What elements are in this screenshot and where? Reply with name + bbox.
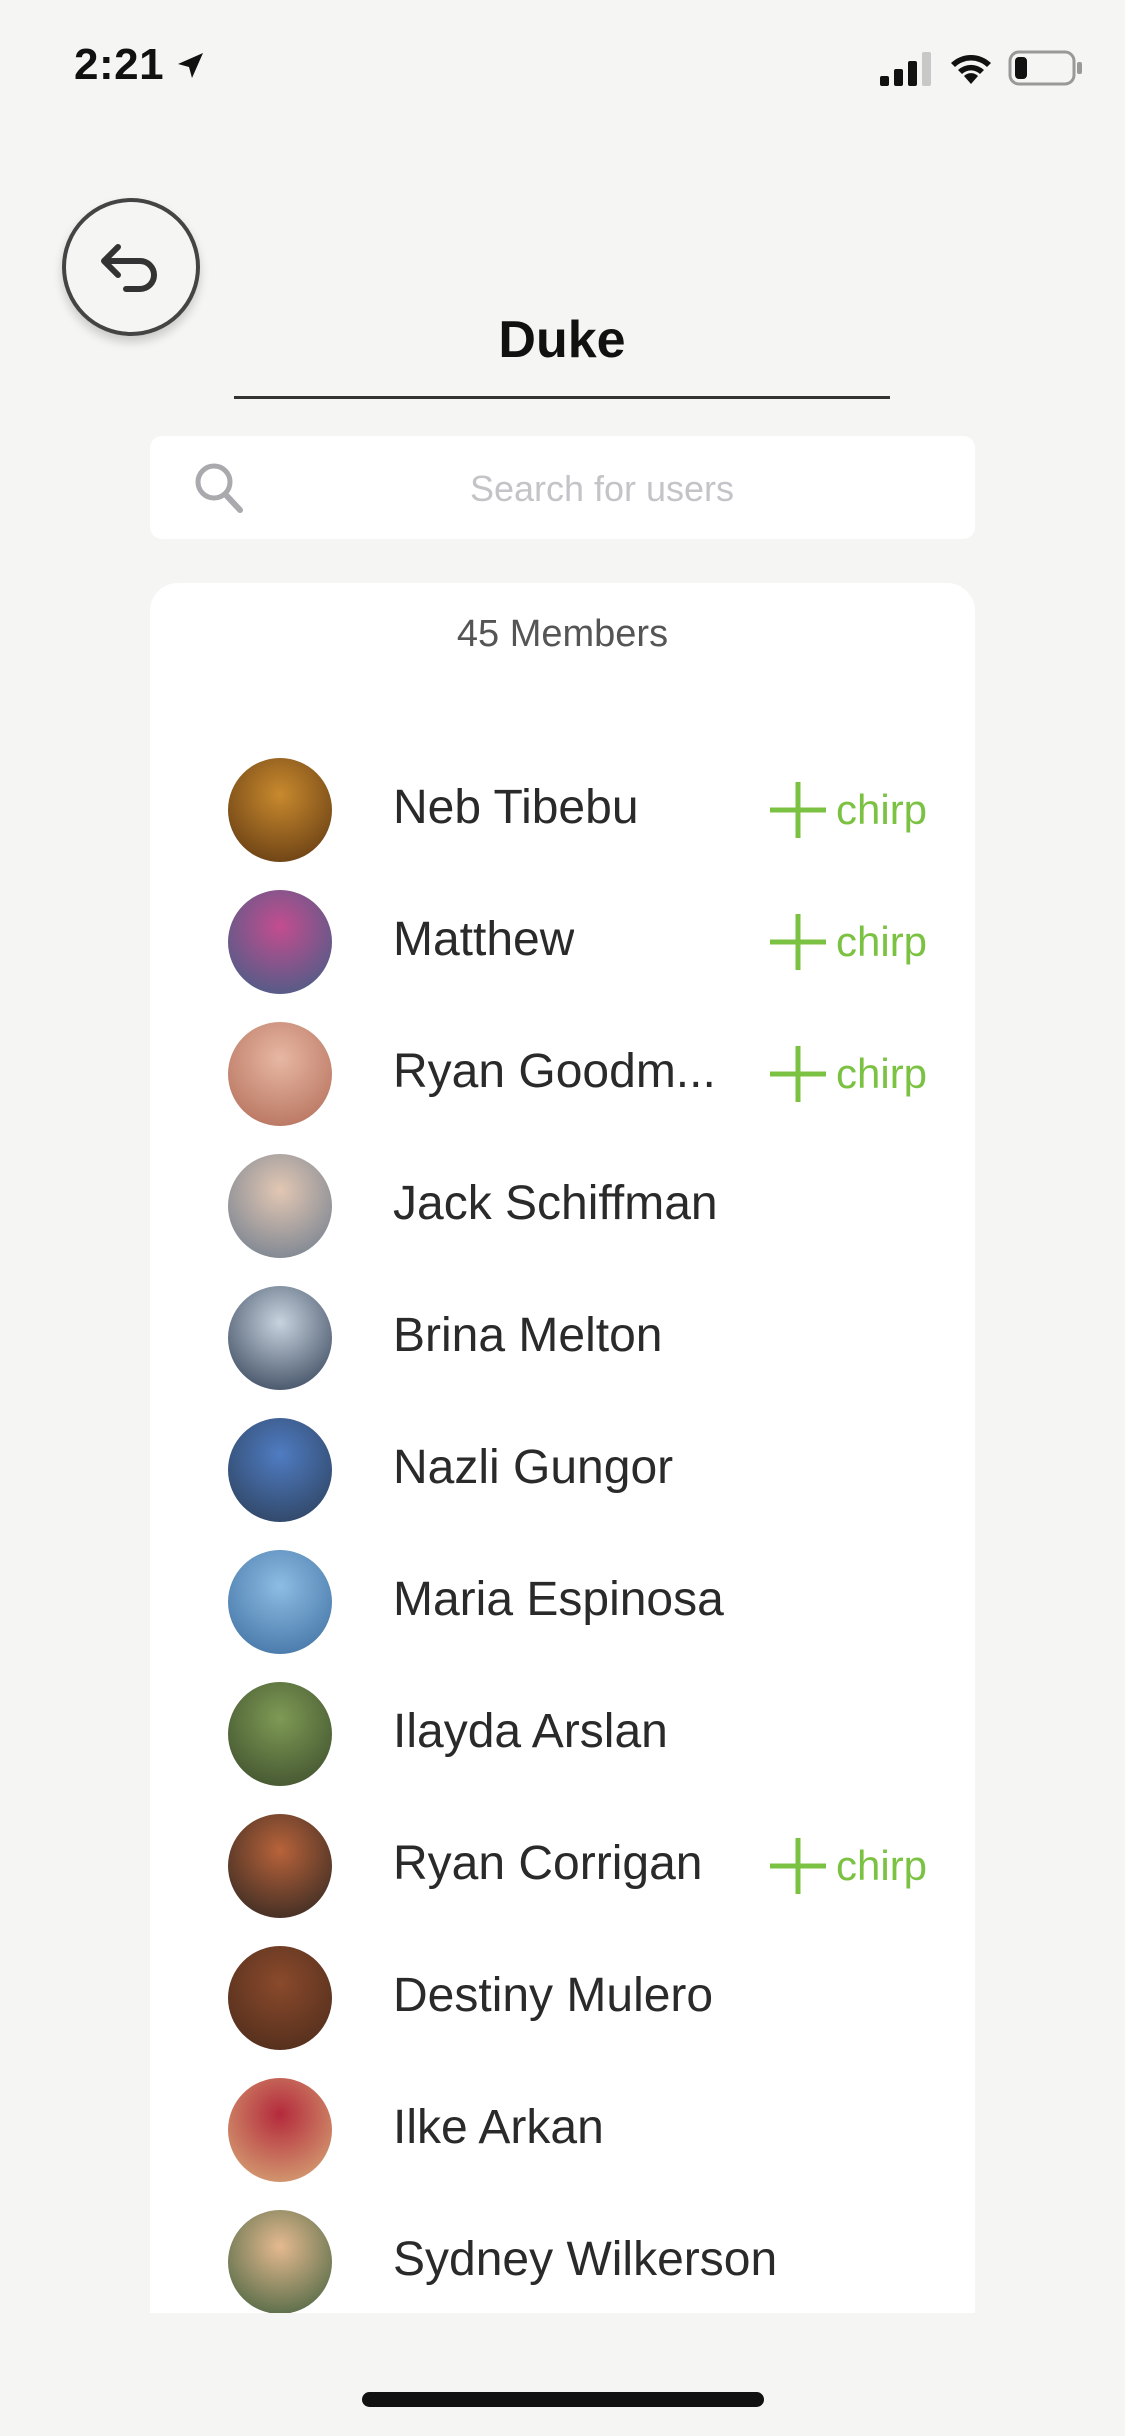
- location-arrow-icon: [178, 53, 203, 78]
- chirp-label: chirp: [836, 1842, 928, 1889]
- chirp-button[interactable]: chirp: [768, 1834, 927, 1898]
- member-row[interactable]: Nazli Gungor: [150, 1418, 975, 1550]
- avatar[interactable]: [228, 1022, 332, 1126]
- member-row[interactable]: Sydney Wilkerson: [150, 2210, 975, 2313]
- cellular-signal-icon: [880, 52, 931, 86]
- member-name: Ryan Corrigan: [393, 1837, 703, 1890]
- search-box[interactable]: [150, 436, 975, 541]
- member-row[interactable]: Ryan Corrigan chirp: [150, 1814, 975, 1946]
- member-name: Jack Schiffman: [393, 1177, 718, 1230]
- member-name: Nazli Gungor: [393, 1441, 674, 1494]
- member-row[interactable]: Matthew chirp: [150, 890, 975, 1022]
- member-row[interactable]: Destiny Mulero: [150, 1946, 975, 2078]
- chirp-button[interactable]: chirp: [768, 1042, 927, 1106]
- member-row[interactable]: Brina Melton: [150, 1286, 975, 1418]
- back-button[interactable]: [62, 198, 200, 336]
- avatar[interactable]: [228, 2210, 332, 2313]
- plus-icon: [770, 782, 826, 838]
- member-row[interactable]: Ryan Goodm... chirp: [150, 1022, 975, 1154]
- member-name: Neb Tibebu: [393, 781, 639, 834]
- avatar[interactable]: [228, 1946, 332, 2050]
- member-name: Brina Melton: [393, 1309, 663, 1362]
- chirp-label: chirp: [836, 918, 928, 965]
- search-input[interactable]: [260, 436, 944, 541]
- member-name: Sydney Wilkerson: [393, 2233, 778, 2286]
- search-icon: [195, 463, 243, 513]
- member-name: Maria Espinosa: [393, 1573, 724, 1626]
- status-time: 2:21: [74, 40, 165, 89]
- home-indicator[interactable]: [362, 2392, 764, 2407]
- plus-icon: [770, 914, 826, 970]
- member-name: Matthew: [393, 913, 575, 966]
- avatar[interactable]: [228, 1550, 332, 1654]
- page-title: Duke: [498, 311, 626, 369]
- status-bar: 2:21: [0, 0, 1125, 140]
- chirp-label: chirp: [836, 786, 928, 833]
- avatar[interactable]: [228, 1682, 332, 1786]
- member-row[interactable]: Jack Schiffman: [150, 1154, 975, 1286]
- avatar[interactable]: [228, 890, 332, 994]
- avatar[interactable]: [228, 2078, 332, 2182]
- member-row[interactable]: Ilayda Arslan: [150, 1682, 975, 1814]
- plus-icon: [770, 1046, 826, 1102]
- member-name: Ilke Arkan: [393, 2101, 604, 2154]
- avatar[interactable]: [228, 1418, 332, 1522]
- undo-arrow-icon: [101, 244, 157, 292]
- wifi-icon: [951, 55, 991, 84]
- members-card: 45 Members Neb Tibebu chirp Matthew chirp Ry…: [150, 583, 975, 2313]
- member-name: Ryan Goodm...: [393, 1045, 716, 1098]
- member-name: Ilayda Arslan: [393, 1705, 668, 1758]
- title-underline: [234, 396, 890, 399]
- plus-icon: [770, 1838, 826, 1894]
- avatar[interactable]: [228, 1154, 332, 1258]
- avatar[interactable]: [228, 758, 332, 862]
- chirp-button[interactable]: chirp: [768, 910, 927, 974]
- member-row[interactable]: Maria Espinosa: [150, 1550, 975, 1682]
- avatar[interactable]: [228, 1814, 332, 1918]
- battery-icon: [1008, 50, 1082, 86]
- member-name: Destiny Mulero: [393, 1969, 714, 2022]
- member-row[interactable]: Neb Tibebu chirp: [150, 758, 975, 890]
- chirp-button[interactable]: chirp: [768, 778, 927, 842]
- avatar[interactable]: [228, 1286, 332, 1390]
- member-row[interactable]: Ilke Arkan: [150, 2078, 975, 2210]
- member-list: Neb Tibebu chirp Matthew chirp Ryan Goodm...…: [150, 758, 975, 2313]
- members-count: 45 Members: [456, 613, 669, 655]
- chirp-label: chirp: [836, 1050, 928, 1097]
